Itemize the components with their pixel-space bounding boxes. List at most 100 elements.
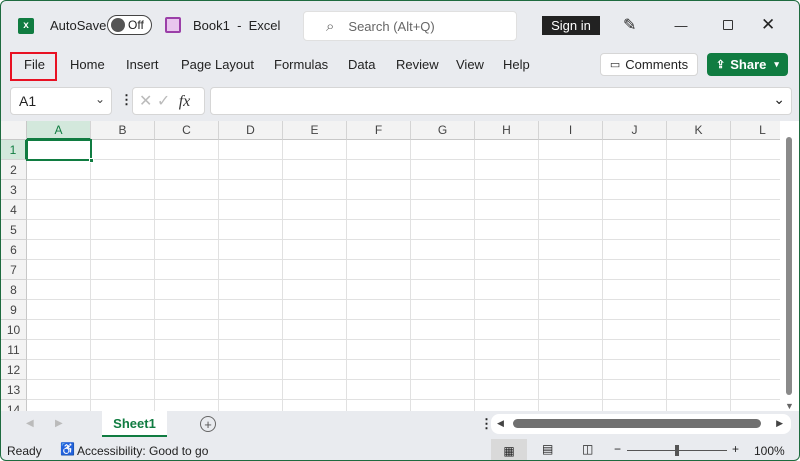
sign-in-button[interactable]: Sign in: [542, 16, 600, 35]
tab-file[interactable]: File: [24, 57, 45, 72]
grid-line: [27, 159, 780, 160]
horizontal-scroll-thumb[interactable]: [513, 419, 761, 428]
prev-sheet-arrow[interactable]: ◀: [26, 418, 34, 429]
tab-data[interactable]: Data: [348, 57, 375, 72]
column-header-k[interactable]: K: [667, 121, 731, 140]
share-icon: ⇪: [716, 59, 726, 71]
document-title: Book1 - Excel: [193, 18, 281, 33]
zoom-in-button[interactable]: +: [732, 442, 739, 456]
page-break-view-button[interactable]: ◫: [582, 442, 593, 456]
scroll-right-arrow[interactable]: ▶: [776, 418, 783, 429]
tab-review[interactable]: Review: [396, 57, 439, 72]
column-header-j[interactable]: J: [603, 121, 667, 140]
row-header-1[interactable]: 1: [1, 140, 27, 160]
accessibility-icon[interactable]: ♿: [60, 442, 75, 456]
formula-input[interactable]: ⌄: [210, 87, 792, 115]
coauthoring-icon[interactable]: ✎: [623, 15, 636, 35]
grid-line: [27, 299, 780, 300]
vertical-scrollbar[interactable]: ▼: [780, 121, 799, 411]
column-header-d[interactable]: D: [219, 121, 283, 140]
close-button[interactable]: ✕: [761, 13, 775, 37]
grid-line: [27, 399, 780, 400]
sheet-tab-sheet1[interactable]: Sheet1: [102, 411, 167, 437]
tab-formulas[interactable]: Formulas: [274, 57, 328, 72]
grid-line: [218, 140, 219, 411]
row-header-3[interactable]: 3: [1, 180, 27, 200]
name-box[interactable]: A1 ⌄: [10, 87, 112, 115]
grid-line: [602, 140, 603, 411]
save-icon[interactable]: [165, 17, 181, 33]
add-sheet-button[interactable]: +: [200, 416, 216, 432]
status-ready: Ready: [7, 444, 42, 458]
zoom-level[interactable]: 100%: [754, 444, 785, 458]
select-all-corner[interactable]: [1, 121, 27, 140]
row-header-12[interactable]: 12: [1, 360, 27, 380]
maximize-button[interactable]: [723, 20, 733, 30]
scroll-left-arrow[interactable]: ◀: [497, 418, 504, 429]
column-header-a[interactable]: A: [27, 121, 91, 140]
row-header-8[interactable]: 8: [1, 280, 27, 300]
excel-logo-icon: x: [18, 18, 34, 34]
grid-line: [27, 219, 780, 220]
column-header-l[interactable]: L: [731, 121, 780, 140]
tab-page-layout[interactable]: Page Layout: [181, 57, 254, 72]
fill-handle[interactable]: [89, 158, 94, 163]
tab-help[interactable]: Help: [503, 57, 530, 72]
insert-function-button[interactable]: fx: [179, 93, 191, 110]
row-header-5[interactable]: 5: [1, 220, 27, 240]
normal-view-button[interactable]: ▦: [491, 439, 527, 460]
row-header-11[interactable]: 11: [1, 340, 27, 360]
comments-button[interactable]: ▭ Comments: [600, 53, 698, 76]
grid-line: [282, 140, 283, 411]
name-box-value: A1: [19, 93, 37, 109]
tab-view[interactable]: View: [456, 57, 484, 72]
zoom-slider[interactable]: [627, 445, 727, 456]
row-header-2[interactable]: 2: [1, 160, 27, 180]
column-header-h[interactable]: H: [475, 121, 539, 140]
accessibility-status[interactable]: Accessibility: Good to go: [77, 444, 208, 458]
enter-icon[interactable]: ✓: [157, 93, 170, 110]
scroll-down-arrow[interactable]: ▼: [785, 401, 794, 411]
chevron-down-icon[interactable]: ⌄: [95, 92, 105, 106]
zoom-slider-thumb[interactable]: [675, 445, 679, 456]
column-header-i[interactable]: I: [539, 121, 603, 140]
comments-label: Comments: [625, 57, 689, 72]
column-header-b[interactable]: B: [91, 121, 155, 140]
grid-line: [27, 319, 780, 320]
horizontal-scrollbar[interactable]: ◀ ▶: [491, 414, 791, 434]
grid-line: [666, 140, 667, 411]
minimize-button[interactable]: —: [666, 13, 696, 37]
chevron-down-icon[interactable]: ▾: [774, 59, 779, 70]
column-header-e[interactable]: E: [283, 121, 347, 140]
tab-home[interactable]: Home: [70, 57, 105, 72]
search-input[interactable]: ⌕ Search (Alt+Q): [303, 11, 517, 41]
page-layout-view-button[interactable]: ▤: [542, 442, 553, 456]
cancel-icon[interactable]: ✕: [139, 93, 152, 110]
grid-line: [27, 259, 780, 260]
next-sheet-arrow[interactable]: ▶: [55, 418, 63, 429]
row-header-6[interactable]: 6: [1, 240, 27, 260]
spreadsheet-grid[interactable]: A B C D E F G H I J K L 1 2 3 4 5 6 7 8 9 10 11 12 13 14: [1, 121, 780, 411]
column-header-g[interactable]: G: [411, 121, 475, 140]
row-header-13[interactable]: 13: [1, 380, 27, 400]
row-header-10[interactable]: 10: [1, 320, 27, 340]
grid-line: [474, 140, 475, 411]
zoom-out-button[interactable]: −: [614, 442, 621, 456]
grid-line: [27, 339, 780, 340]
grid-line: [90, 140, 91, 411]
formula-buttons: ✕ ✓ fx: [132, 87, 205, 115]
share-button[interactable]: ⇪ Share ▾: [707, 53, 788, 76]
expand-formula-bar-icon[interactable]: ⌄: [773, 91, 785, 108]
column-header-c[interactable]: C: [155, 121, 219, 140]
row-header-9[interactable]: 9: [1, 300, 27, 320]
tab-insert[interactable]: Insert: [126, 57, 159, 72]
row-header-7[interactable]: 7: [1, 260, 27, 280]
autosave-toggle[interactable]: Off: [107, 15, 152, 35]
vertical-scroll-thumb[interactable]: [786, 137, 792, 395]
selected-cell-a1[interactable]: [26, 139, 94, 163]
column-header-f[interactable]: F: [347, 121, 411, 140]
toggle-knob: [111, 18, 125, 32]
row-header-14[interactable]: 14: [1, 400, 27, 411]
grid-line: [538, 140, 539, 411]
row-header-4[interactable]: 4: [1, 200, 27, 220]
